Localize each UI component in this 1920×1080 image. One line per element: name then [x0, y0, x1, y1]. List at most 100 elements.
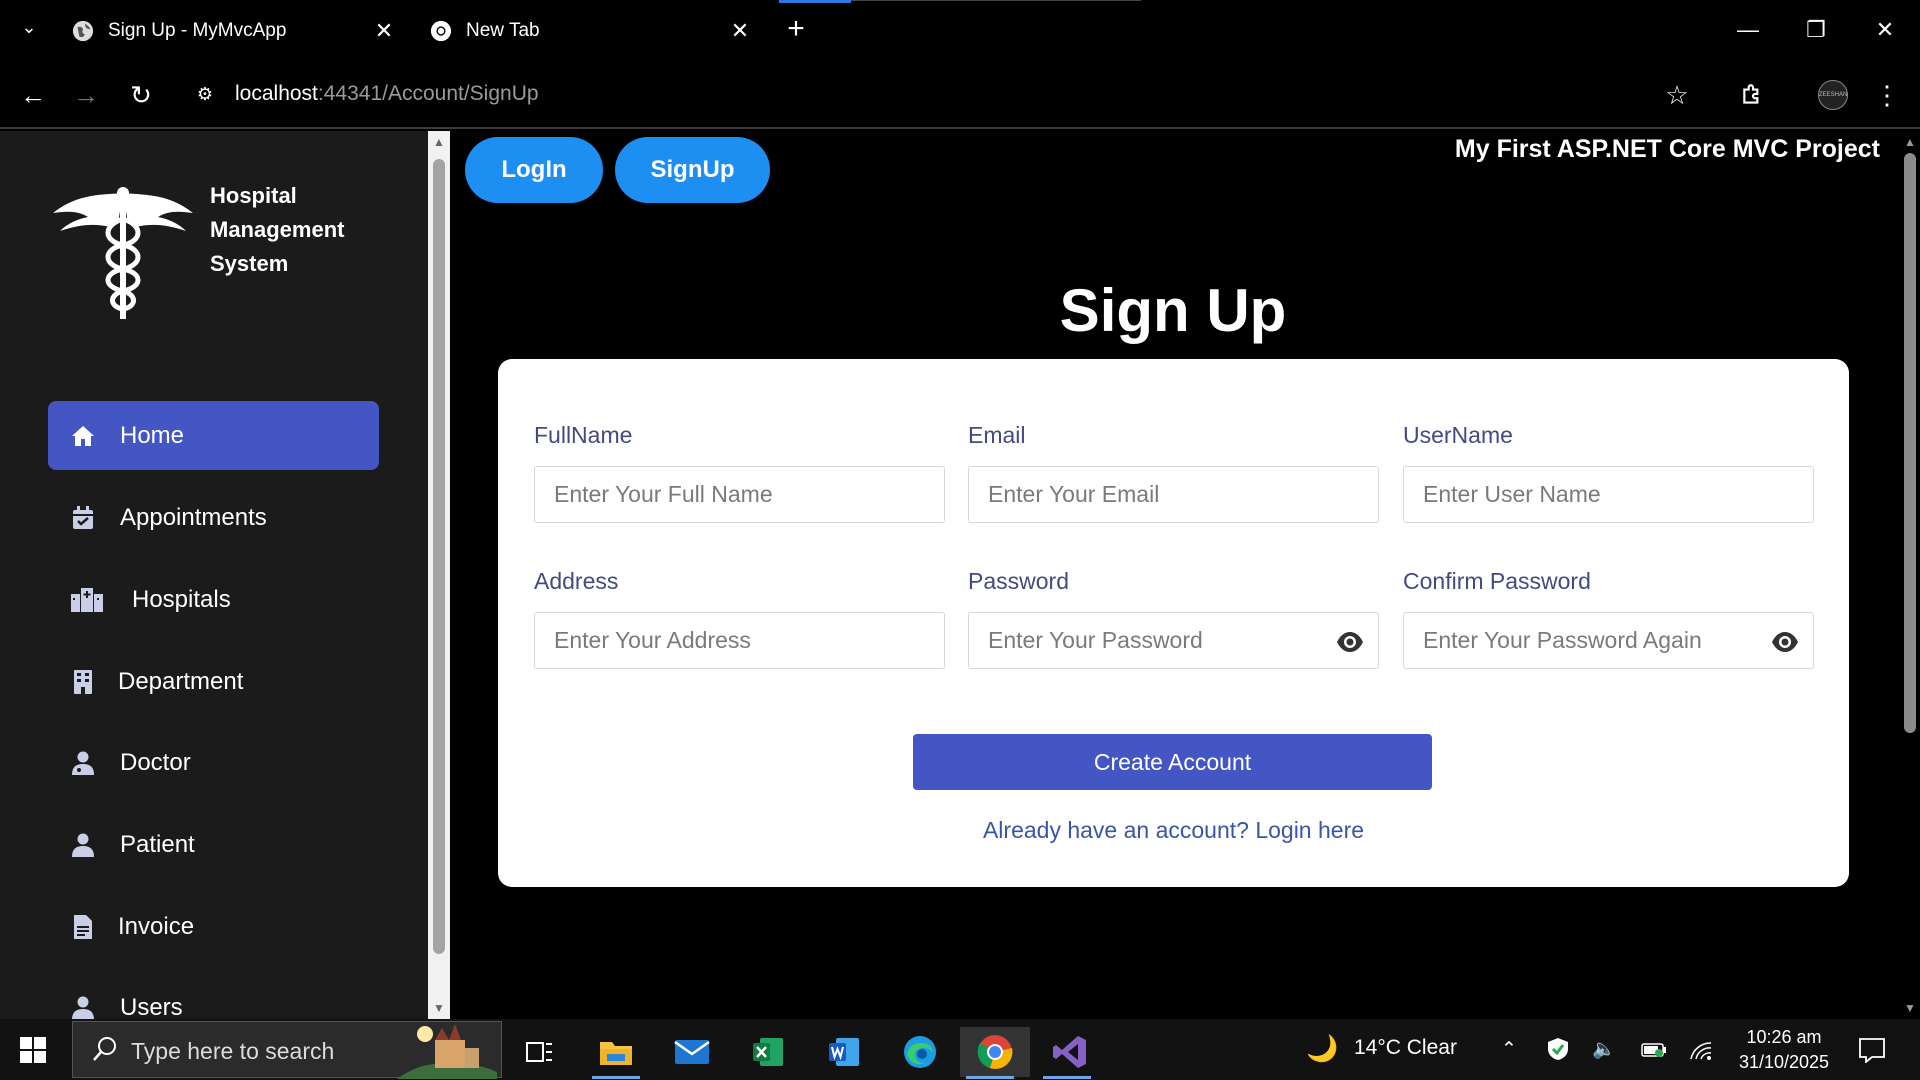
- hospital-buildings-icon: [70, 587, 104, 613]
- page-scrollbar[interactable]: ▲ ▼: [1900, 131, 1920, 1019]
- url-field[interactable]: localhost:44341/Account/SignUp: [235, 82, 539, 106]
- clock-time: 10:26 am: [1746, 1027, 1822, 1047]
- taskbar-clock[interactable]: 10:26 am 31/10/2025: [1734, 1025, 1834, 1075]
- scroll-down-icon[interactable]: ▼: [1903, 1001, 1917, 1015]
- battery-icon[interactable]: [1641, 1037, 1667, 1063]
- url-host: localhost: [235, 82, 318, 105]
- signup-form-card: FullName Email UserName Address Password: [498, 359, 1849, 887]
- fullname-field-wrapper: [534, 466, 945, 523]
- visual-studio-icon[interactable]: [1037, 1027, 1103, 1079]
- confirm-password-input[interactable]: [1404, 613, 1813, 668]
- scrollbar-thumb[interactable]: [1904, 153, 1916, 733]
- edge-icon[interactable]: [890, 1027, 950, 1077]
- login-button[interactable]: LogIn: [465, 137, 603, 203]
- sidebar-item-label: Patient: [120, 830, 195, 858]
- speaker-icon[interactable]: 🔈: [1591, 1037, 1617, 1063]
- mail-icon[interactable]: [662, 1027, 722, 1077]
- address-label: Address: [534, 568, 619, 594]
- fullname-input[interactable]: [535, 467, 944, 522]
- close-window-icon[interactable]: ✕: [1865, 14, 1905, 46]
- scroll-up-icon[interactable]: ▲: [432, 135, 446, 149]
- new-tab-button[interactable]: +: [781, 14, 811, 45]
- security-shield-icon[interactable]: [1545, 1037, 1571, 1063]
- tab-signup[interactable]: Sign Up - MyMvcApp ✕: [72, 8, 396, 54]
- email-label: Email: [968, 422, 1026, 448]
- excel-icon[interactable]: [738, 1027, 798, 1077]
- brand-line: Management: [210, 217, 345, 242]
- sidebar-scrollbar[interactable]: ▲ ▼: [428, 131, 450, 1019]
- sidebar-item-users[interactable]: Users: [48, 973, 379, 1019]
- minimize-icon[interactable]: —: [1728, 14, 1768, 46]
- sidebar-item-patient[interactable]: Patient: [48, 810, 379, 879]
- signup-button[interactable]: SignUp: [615, 137, 770, 203]
- email-input[interactable]: [969, 467, 1378, 522]
- sidebar-item-label: Appointments: [120, 503, 267, 531]
- fullname-label: FullName: [534, 422, 633, 448]
- notifications-icon[interactable]: [1858, 1037, 1886, 1063]
- sidebar-item-doctor[interactable]: Doctor: [48, 728, 379, 797]
- chrome-icon: [430, 20, 452, 42]
- password-label: Password: [968, 568, 1069, 594]
- create-account-button[interactable]: Create Account: [913, 734, 1432, 790]
- page-viewport: Hospital Management System Home Appointm…: [0, 131, 1920, 1019]
- task-view-icon[interactable]: [510, 1027, 570, 1077]
- login-here-link[interactable]: Already have an account? Login here: [498, 817, 1849, 844]
- sidebar-item-label: Doctor: [120, 748, 191, 776]
- close-tab-icon[interactable]: ✕: [372, 19, 396, 43]
- scrollbar-thumb[interactable]: [433, 159, 445, 954]
- confirm-password-field-wrapper: [1403, 612, 1814, 669]
- bookmark-star-icon[interactable]: ☆: [1660, 78, 1694, 112]
- forward-arrow-icon[interactable]: →: [70, 79, 102, 111]
- brand-name: Hospital Management System: [210, 179, 344, 281]
- more-menu-icon[interactable]: ⋮: [1870, 78, 1904, 112]
- sidebar-item-invoice[interactable]: Invoice: [48, 892, 379, 961]
- sidebar-item-label: Home: [120, 421, 185, 449]
- username-label: UserName: [1403, 422, 1513, 448]
- building-icon: [70, 669, 96, 695]
- sidebar: Hospital Management System Home Appointm…: [0, 131, 428, 1019]
- password-field-wrapper: [968, 612, 1379, 669]
- sidebar-item-label: Hospitals: [132, 585, 231, 613]
- windows-start-icon[interactable]: [20, 1037, 46, 1063]
- caduceus-logo-icon: [53, 187, 193, 319]
- sidebar-item-label: Department: [118, 667, 244, 695]
- tab-new-tab[interactable]: New Tab ✕: [430, 8, 752, 54]
- chevron-up-icon[interactable]: ⌃: [1496, 1037, 1522, 1063]
- browser-tab-bar: ⌄ Sign Up - MyMvcApp ✕ New Tab ✕ + — ❐ ✕: [0, 0, 1920, 61]
- profile-avatar[interactable]: ZEESHAN: [1818, 80, 1848, 110]
- tab-loading-indicator: [779, 0, 851, 3]
- username-input[interactable]: [1404, 467, 1813, 522]
- profile-label: ZEESHAN: [1819, 92, 1848, 98]
- scroll-down-icon[interactable]: ▼: [432, 1001, 446, 1015]
- sidebar-item-appointments[interactable]: Appointments: [48, 483, 379, 552]
- taskbar-search[interactable]: Type here to search: [72, 1021, 502, 1079]
- file-invoice-icon: [70, 914, 96, 940]
- password-input[interactable]: [969, 613, 1378, 668]
- scroll-up-icon[interactable]: ▲: [1903, 135, 1917, 149]
- tab-search-dropdown-icon[interactable]: ⌄: [18, 16, 40, 38]
- eye-icon[interactable]: [1771, 628, 1799, 656]
- project-title: My First ASP.NET Core MVC Project: [1454, 135, 1880, 163]
- extensions-icon[interactable]: [1736, 78, 1770, 112]
- reload-icon[interactable]: ↻: [125, 79, 157, 111]
- user-icon: [70, 832, 96, 858]
- calendar-check-icon: [70, 505, 96, 531]
- restore-icon[interactable]: ❐: [1796, 14, 1836, 46]
- wifi-icon[interactable]: [1688, 1037, 1714, 1063]
- moon-weather-icon[interactable]: 🌙: [1306, 1035, 1338, 1061]
- address-input[interactable]: [535, 613, 944, 668]
- tab-divider: [851, 0, 1141, 1]
- site-info-icon[interactable]: ⚙: [192, 81, 218, 107]
- sidebar-item-department[interactable]: Department: [48, 647, 379, 716]
- word-icon[interactable]: [814, 1027, 874, 1077]
- sidebar-item-label: Users: [120, 993, 183, 1020]
- back-arrow-icon[interactable]: ←: [17, 79, 49, 111]
- file-explorer-icon[interactable]: [586, 1027, 646, 1079]
- weather-text[interactable]: 14°C Clear: [1354, 1036, 1457, 1060]
- sidebar-item-hospitals[interactable]: Hospitals: [48, 565, 379, 634]
- chrome-icon[interactable]: [960, 1027, 1030, 1079]
- sidebar-item-home[interactable]: Home: [48, 401, 379, 470]
- eye-icon[interactable]: [1336, 628, 1364, 656]
- page-title: Sign Up: [1059, 277, 1287, 344]
- close-tab-icon[interactable]: ✕: [728, 19, 752, 43]
